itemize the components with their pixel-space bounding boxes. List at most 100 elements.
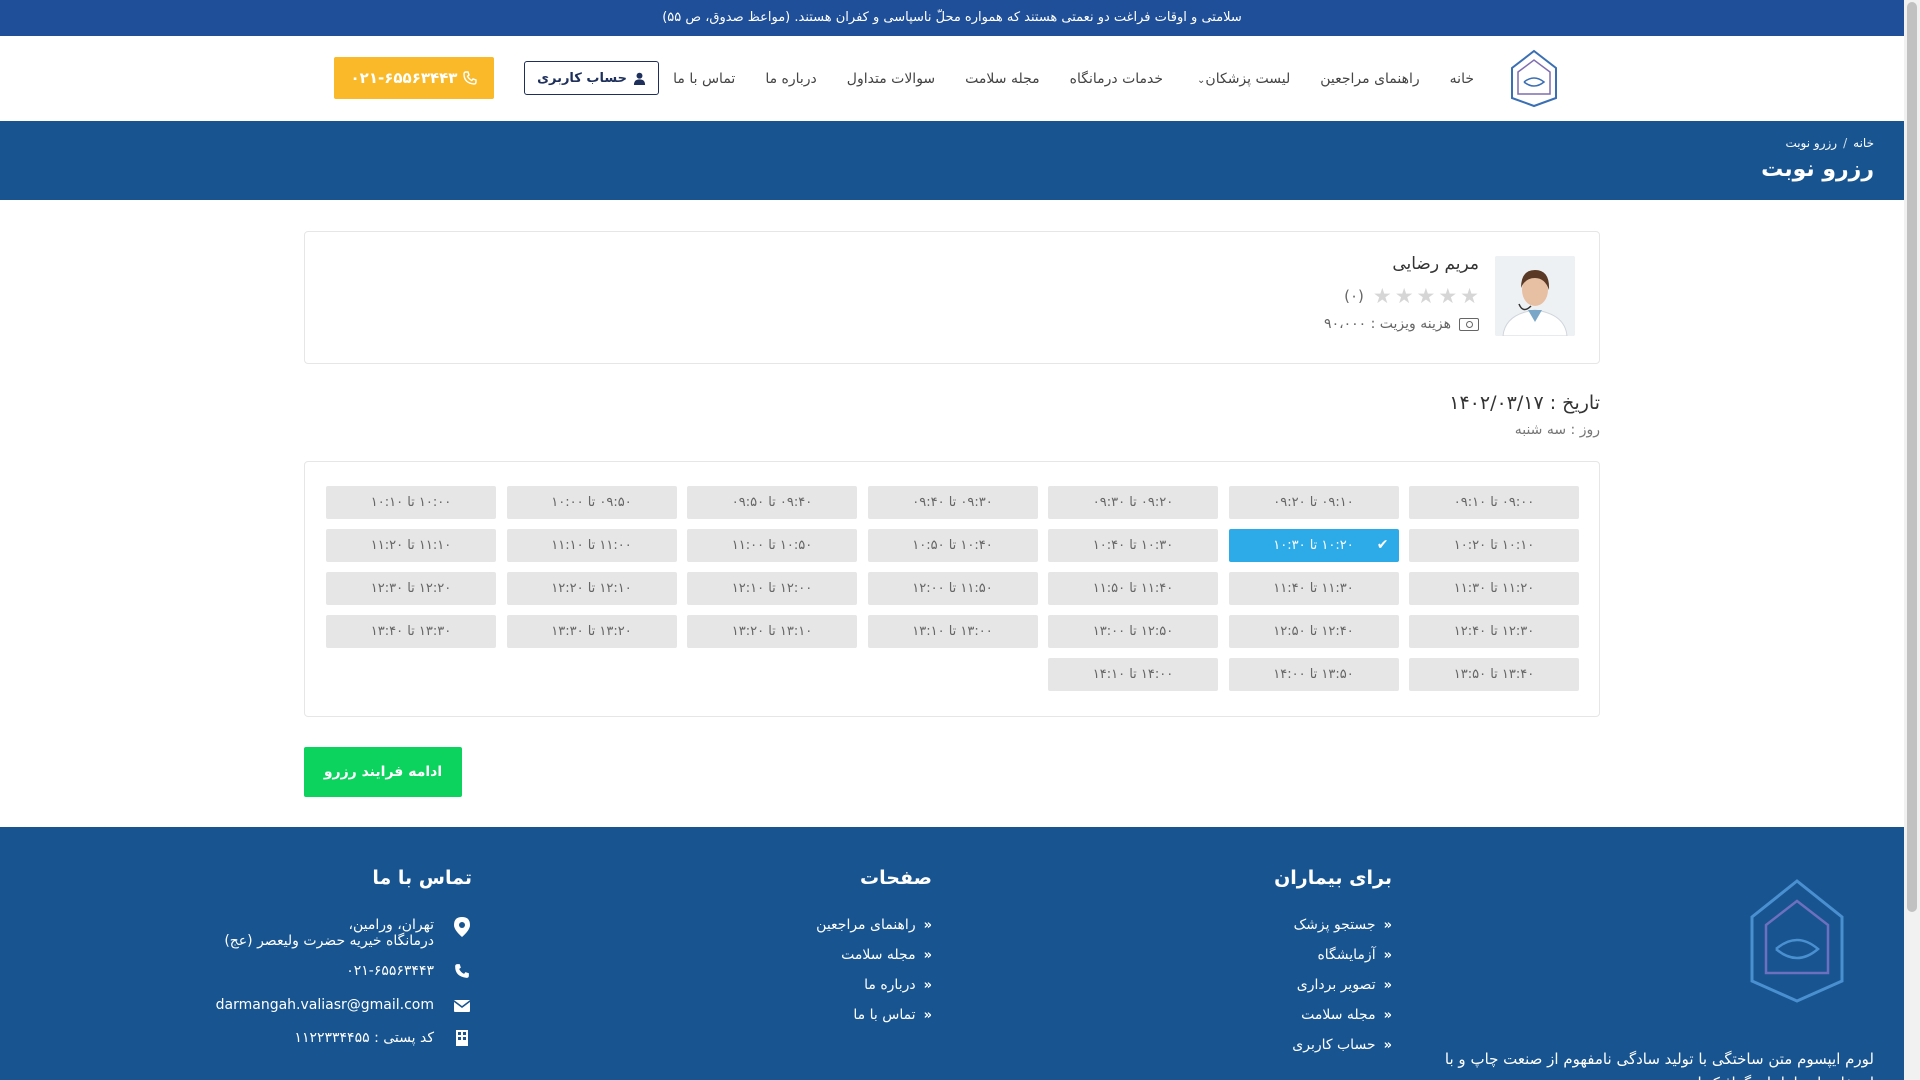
time-slot-label: ۱۰:۵۰ تا ۱۱:۰۰ [731,538,813,553]
footer-link[interactable]: « مجله سلامت [1292,1007,1392,1023]
footer-link-label: تماس با ما [853,1007,916,1023]
nav-faq[interactable]: سوالات متداول [847,71,935,87]
footer-link[interactable]: « درباره ما [816,977,932,993]
time-slot[interactable]: ۱۱:۲۰ تا ۱۱:۳۰ [1409,572,1579,605]
time-slot-label: ۱۳:۳۰ تا ۱۳:۴۰ [370,624,452,639]
account-button[interactable]: حساب کاربری [524,61,659,95]
time-slot[interactable]: ۱۰:۴۰ تا ۱۰:۵۰ [867,529,1038,562]
footer-contact-title: تماس با ما [372,867,472,889]
nav-contact[interactable]: تماس با ما [673,71,735,87]
star-icon: ★ [1438,284,1458,308]
time-slot-label: ۰۹:۴۰ تا ۰۹:۵۰ [731,495,813,510]
time-slot-label: ۱۰:۳۰ تا ۱۰:۴۰ [1092,538,1174,553]
double-chevron-icon: « [1383,1037,1392,1053]
time-slot[interactable]: ۱۳:۱۰ تا ۱۳:۲۰ [687,615,857,648]
user-icon [633,72,646,85]
double-chevron-icon: « [923,947,932,963]
nav-about[interactable]: درباره ما [765,71,816,87]
time-slot-label: ۱۲:۲۰ تا ۱۲:۳۰ [370,581,452,596]
time-slot[interactable]: ۰۹:۲۰ تا ۰۹:۳۰ [1048,486,1218,519]
time-slot[interactable]: ۱۲:۱۰ تا ۱۲:۲۰ [506,572,677,605]
time-slot[interactable]: ۱۱:۳۰ تا ۱۱:۴۰ [1228,572,1399,605]
footer-link-label: مجله سلامت [841,947,916,963]
star-icon: ★ [1372,284,1392,308]
page-header: خانه / رزرو نوبت رزرو نوبت [0,121,1904,200]
footer-link[interactable]: « آزمایشگاه [1292,947,1392,963]
footer-link[interactable]: « حساب کاربری [1292,1037,1392,1053]
time-slot[interactable]: ۰۹:۳۰ تا ۰۹:۴۰ [867,486,1038,519]
booking-date: تاریخ : ۱۴۰۲/۰۳/۱۷ [1449,392,1600,414]
time-slot[interactable]: ۱۳:۴۰ تا ۱۳:۵۰ [1409,658,1579,691]
contact-email-value: darmangah.valiasr@gmail.com [215,997,434,1013]
footer-link[interactable]: « راهنمای مراجعین [816,917,932,933]
time-slot[interactable]: ۱۲:۴۰ تا ۱۲:۵۰ [1228,615,1399,648]
time-slot[interactable]: ۱۰:۵۰ تا ۱۱:۰۰ [687,529,857,562]
footer-link-label: آزمایشگاه [1317,947,1376,963]
footer-link[interactable]: « تصویر برداری [1292,977,1392,993]
time-slot[interactable]: ۱۰:۳۰ تا ۱۰:۴۰ [1048,529,1218,562]
time-slot[interactable]: ۱۱:۴۰ تا ۱۱:۵۰ [1048,572,1218,605]
contact-phone[interactable]: ۰۲۱-۶۵۵۶۳۴۴۳ [216,963,472,983]
footer-link[interactable]: « مجله سلامت [816,947,932,963]
address-line2: درمانگاه خیریه حضرت ولیعصر (عج) [224,933,434,949]
footer-link-label: جستجو پزشک [1293,917,1376,933]
time-slot[interactable]: ۱۱:۱۰ تا ۱۱:۲۰ [326,529,496,562]
booking-day: روز : سه شنبه [1514,422,1600,438]
nav-services[interactable]: خدمات درمانگاه [1070,71,1163,87]
time-slot-label: ۰۹:۳۰ تا ۰۹:۴۰ [912,495,993,510]
time-slot-label: ۱۱:۱۰ تا ۱۱:۲۰ [370,538,452,553]
nav-doctors[interactable]: لیست پزشکان⌄ [1193,71,1290,87]
footer-link[interactable]: « جستجو پزشک [1292,917,1392,933]
scrollbar-thumb[interactable] [1907,2,1917,912]
time-slot[interactable]: ۱۲:۳۰ تا ۱۲:۴۰ [1409,615,1579,648]
time-slot-label: ۱۳:۱۰ تا ۱۳:۲۰ [731,624,813,639]
time-slot[interactable]: ۱۲:۵۰ تا ۱۳:۰۰ [1048,615,1218,648]
time-slot[interactable]: ۰۹:۰۰ تا ۰۹:۱۰ [1409,486,1579,519]
clinic-logo[interactable] [1504,48,1564,108]
time-slot[interactable]: ۰۹:۵۰ تا ۱۰:۰۰ [506,486,677,519]
time-slot[interactable]: ۱۲:۰۰ تا ۱۲:۱۰ [687,572,857,605]
footer-link[interactable]: « تماس با ما [816,1007,932,1023]
footer-link-label: درباره ما [864,977,916,993]
time-slot[interactable]: ۱۱:۰۰ تا ۱۱:۱۰ [506,529,677,562]
doctor-card: مریم رضایی ★ ★ ★ ★ ★ (۰) هزینه ویزیت : ۹… [304,231,1600,364]
time-slot-label: ۱۲:۱۰ تا ۱۲:۲۰ [551,581,632,596]
phone-label: ۰۲۱-۶۵۵۶۳۴۴۳ [350,69,458,87]
page-scrollbar[interactable] [1904,0,1920,1080]
time-slot-label: ۰۹:۱۰ تا ۰۹:۲۰ [1273,495,1354,510]
nav-home[interactable]: خانه [1450,71,1474,87]
nav-guide[interactable]: راهنمای مراجعین [1320,71,1419,87]
time-slot[interactable]: ۱۰:۱۰ تا ۱۰:۲۰ [1409,529,1579,562]
time-slot-label: ۰۹:۰۰ تا ۰۹:۱۰ [1453,495,1535,510]
breadcrumb-current: رزرو نوبت [1785,136,1838,150]
contact-email[interactable]: darmangah.valiasr@gmail.com [216,997,472,1016]
time-slot[interactable]: ۱۲:۲۰ تا ۱۲:۳۰ [326,572,496,605]
time-slot[interactable]: ۱۳:۲۰ تا ۱۳:۳۰ [506,615,677,648]
main-navbar: خانه راهنمای مراجعین لیست پزشکان⌄ خدمات … [0,36,1904,121]
double-chevron-icon: « [923,977,932,993]
time-slot[interactable]: ۱۴:۰۰ تا ۱۴:۱۰ [1048,658,1218,691]
page-title: رزرو نوبت [1761,157,1874,182]
footer-pages-title: صفحات [860,867,932,889]
time-slot[interactable]: ۱۰:۰۰ تا ۱۰:۱۰ [326,486,496,519]
time-slot[interactable]: ۰۹:۱۰ تا ۰۹:۲۰ [1228,486,1399,519]
double-chevron-icon: « [923,917,932,933]
time-slots-grid: ۰۹:۰۰ تا ۰۹:۱۰ ۰۹:۱۰ تا ۰۹:۲۰ ۰۹:۲۰ تا ۰۹:… [326,486,1579,691]
footer-patients-title: برای بیماران [1274,867,1392,889]
time-slot-label: ۱۲:۵۰ تا ۱۳:۰۰ [1092,624,1174,639]
time-slot[interactable]: ۱۳:۵۰ تا ۱۴:۰۰ [1228,658,1399,691]
time-slot[interactable]: ۱۰:۲۰ تا ۱۰:۳۰ ✔ [1228,529,1399,562]
nav-magazine[interactable]: مجله سلامت [965,71,1039,87]
time-slot[interactable]: ۰۹:۴۰ تا ۰۹:۵۰ [687,486,857,519]
time-slot[interactable]: ۱۱:۵۰ تا ۱۲:۰۰ [867,572,1038,605]
phone-button[interactable]: ۰۲۱-۶۵۵۶۳۴۴۳ [334,57,494,99]
continue-booking-button[interactable]: ادامه فرایند رزرو [304,747,462,797]
breadcrumb-home[interactable]: خانه [1853,136,1874,150]
time-slot-label: ۱۰:۴۰ تا ۱۰:۵۰ [912,538,993,553]
time-slot-label: ۱۳:۰۰ تا ۱۳:۱۰ [912,624,993,639]
time-slot[interactable]: ۱۳:۳۰ تا ۱۳:۴۰ [326,615,496,648]
contact-phone-value: ۰۲۱-۶۵۵۶۳۴۴۳ [346,963,434,979]
time-slot-label: ۱۱:۳۰ تا ۱۱:۴۰ [1273,581,1354,596]
time-slot[interactable]: ۱۳:۰۰ تا ۱۳:۱۰ [867,615,1038,648]
star-icon: ★ [1416,284,1436,308]
